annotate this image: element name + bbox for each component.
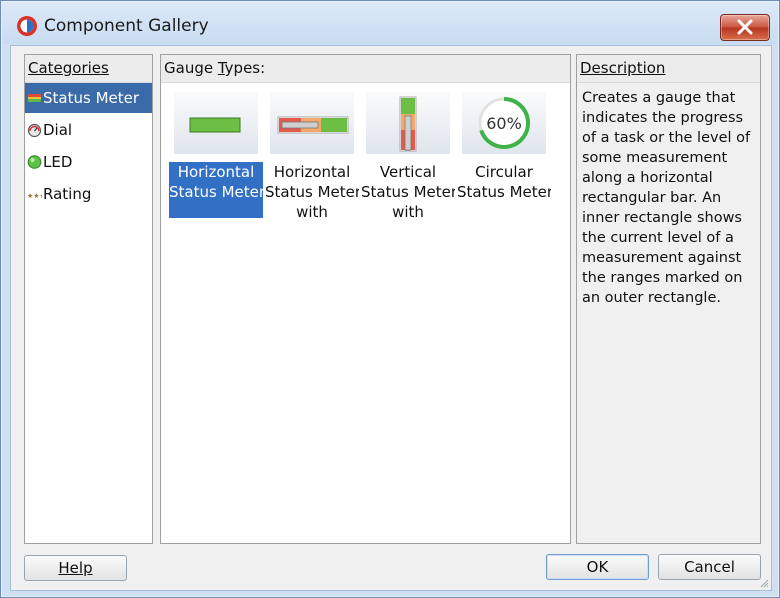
app-logo-icon <box>17 16 37 36</box>
led-icon <box>27 155 42 169</box>
horizontal-status-meter-thumbnail <box>174 92 258 154</box>
category-dial[interactable]: Dial <box>25 115 152 145</box>
dialog-body: Categories Status Meter Dial LED ★★ Rati… <box>10 45 772 591</box>
category-label: LED <box>43 153 73 171</box>
horizontal-ranges-gauge-icon <box>277 116 349 134</box>
component-gallery-dialog: Component Gallery Categories Status Mete… <box>0 0 780 598</box>
gauge-tile-horizontal-status-meter-with[interactable]: Horizontal Status Meter with <box>265 89 359 219</box>
category-status-meter[interactable]: Status Meter <box>25 83 152 113</box>
category-label: Rating <box>43 185 92 203</box>
ok-button[interactable]: OK <box>546 554 649 580</box>
category-label: Dial <box>43 121 73 139</box>
description-text: Creates a gauge that indicates the progr… <box>582 90 751 306</box>
status-meter-icon <box>28 94 41 102</box>
circular-gauge-icon: 60% <box>478 97 531 149</box>
gauge-types-header: Gauge Types: <box>161 55 570 83</box>
horizontal-status-meter-with-thumbnail <box>270 92 354 154</box>
gauge-types-panel: Gauge Types: Horizontal Status Meter Hor… <box>160 54 571 544</box>
gauge-tile-circular-status-meter[interactable]: 60% Circular Status Meter <box>457 89 551 219</box>
cancel-button[interactable]: Cancel <box>658 554 761 580</box>
gauge-tile-horizontal-status-meter[interactable]: Horizontal Status Meter <box>169 89 263 219</box>
categories-panel: Categories Status Meter Dial LED ★★ Rati… <box>24 54 153 544</box>
circular-gauge-value: 60% <box>486 114 522 133</box>
svg-text:★★★: ★★★ <box>27 192 42 200</box>
vertical-status-meter-with-thumbnail <box>366 92 450 154</box>
close-icon <box>737 19 753 35</box>
circular-status-meter-thumbnail: 60% <box>462 92 546 154</box>
categories-header: Categories <box>25 55 152 83</box>
gauge-tile-label: Horizontal Status Meter <box>169 162 263 218</box>
resize-grip-icon[interactable] <box>759 578 769 588</box>
gauge-tile-label: Horizontal Status Meter with <box>265 163 359 218</box>
gauge-tile-label: Vertical Status Meter with <box>361 163 455 218</box>
category-led[interactable]: LED <box>25 147 152 177</box>
dial-icon <box>27 123 42 137</box>
rating-icon: ★★★ <box>27 192 42 200</box>
title-bar: Component Gallery <box>2 2 778 44</box>
description-panel: Description Creates a gauge that indicat… <box>576 54 761 544</box>
window-title: Component Gallery <box>44 16 209 36</box>
help-button[interactable]: Help <box>24 555 127 581</box>
category-rating[interactable]: ★★★ Rating <box>25 179 152 209</box>
gauge-types-grid: Horizontal Status Meter Horizontal Statu… <box>169 89 569 229</box>
horizontal-gauge-icon <box>189 117 241 133</box>
close-button[interactable] <box>720 14 770 41</box>
gauge-tile-vertical-status-meter-with[interactable]: Vertical Status Meter with <box>361 89 455 219</box>
category-label: Status Meter <box>43 89 140 107</box>
gauge-tile-label: Circular Status Meter <box>457 163 551 201</box>
vertical-ranges-gauge-icon <box>399 96 417 152</box>
description-header: Description <box>577 55 760 83</box>
